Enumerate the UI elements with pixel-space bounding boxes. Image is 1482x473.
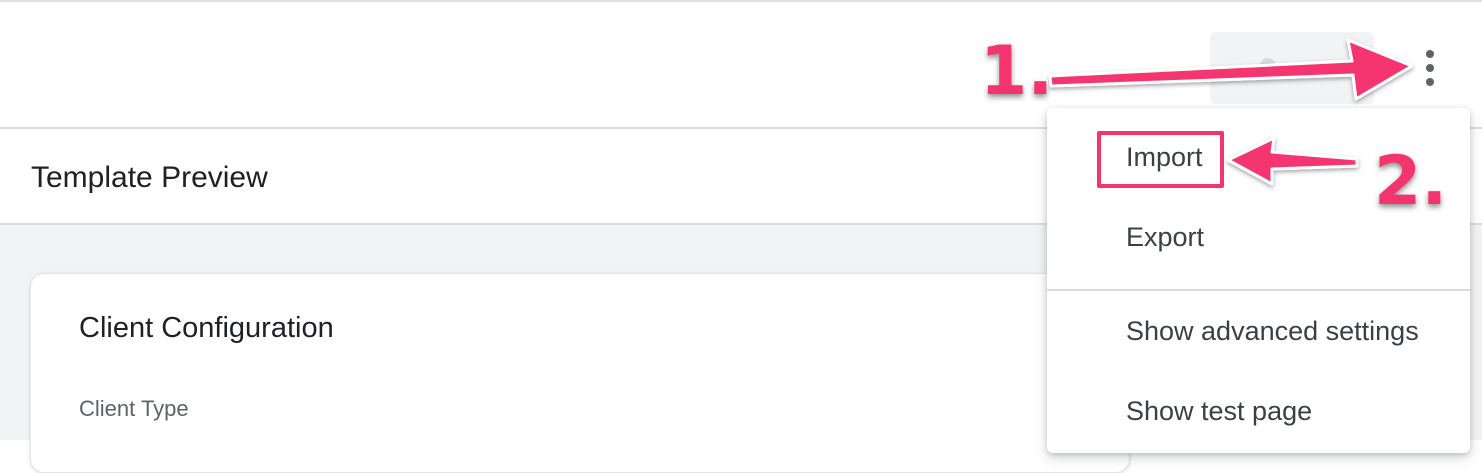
more-vert-icon bbox=[1426, 50, 1434, 58]
card-title: Client Configuration bbox=[79, 312, 334, 344]
more-vert-icon-dot bbox=[1426, 64, 1434, 72]
import-highlight-box bbox=[1097, 131, 1224, 188]
menu-item-label: Export bbox=[1126, 222, 1205, 252]
client-type-label: Client Type bbox=[79, 396, 189, 421]
menu-divider bbox=[1047, 289, 1470, 291]
more-options-button[interactable] bbox=[1412, 42, 1448, 94]
toolbar-button[interactable] bbox=[1210, 32, 1374, 104]
page-title: Template Preview bbox=[31, 161, 268, 194]
annotation-step2: 2. bbox=[1372, 142, 1448, 221]
toolbar-button-icon bbox=[1260, 58, 1276, 74]
client-configuration-card: Client Configuration Client Type bbox=[30, 273, 1130, 473]
menu-item-show-advanced-settings[interactable]: Show advanced settings bbox=[1047, 298, 1470, 368]
annotation-step1: 1. bbox=[978, 32, 1054, 111]
more-vert-icon-dot bbox=[1426, 78, 1434, 86]
menu-item-label: Show test page bbox=[1126, 396, 1313, 426]
menu-item-label: Show advanced settings bbox=[1126, 316, 1419, 346]
menu-item-show-test-page[interactable]: Show test page bbox=[1047, 378, 1470, 448]
